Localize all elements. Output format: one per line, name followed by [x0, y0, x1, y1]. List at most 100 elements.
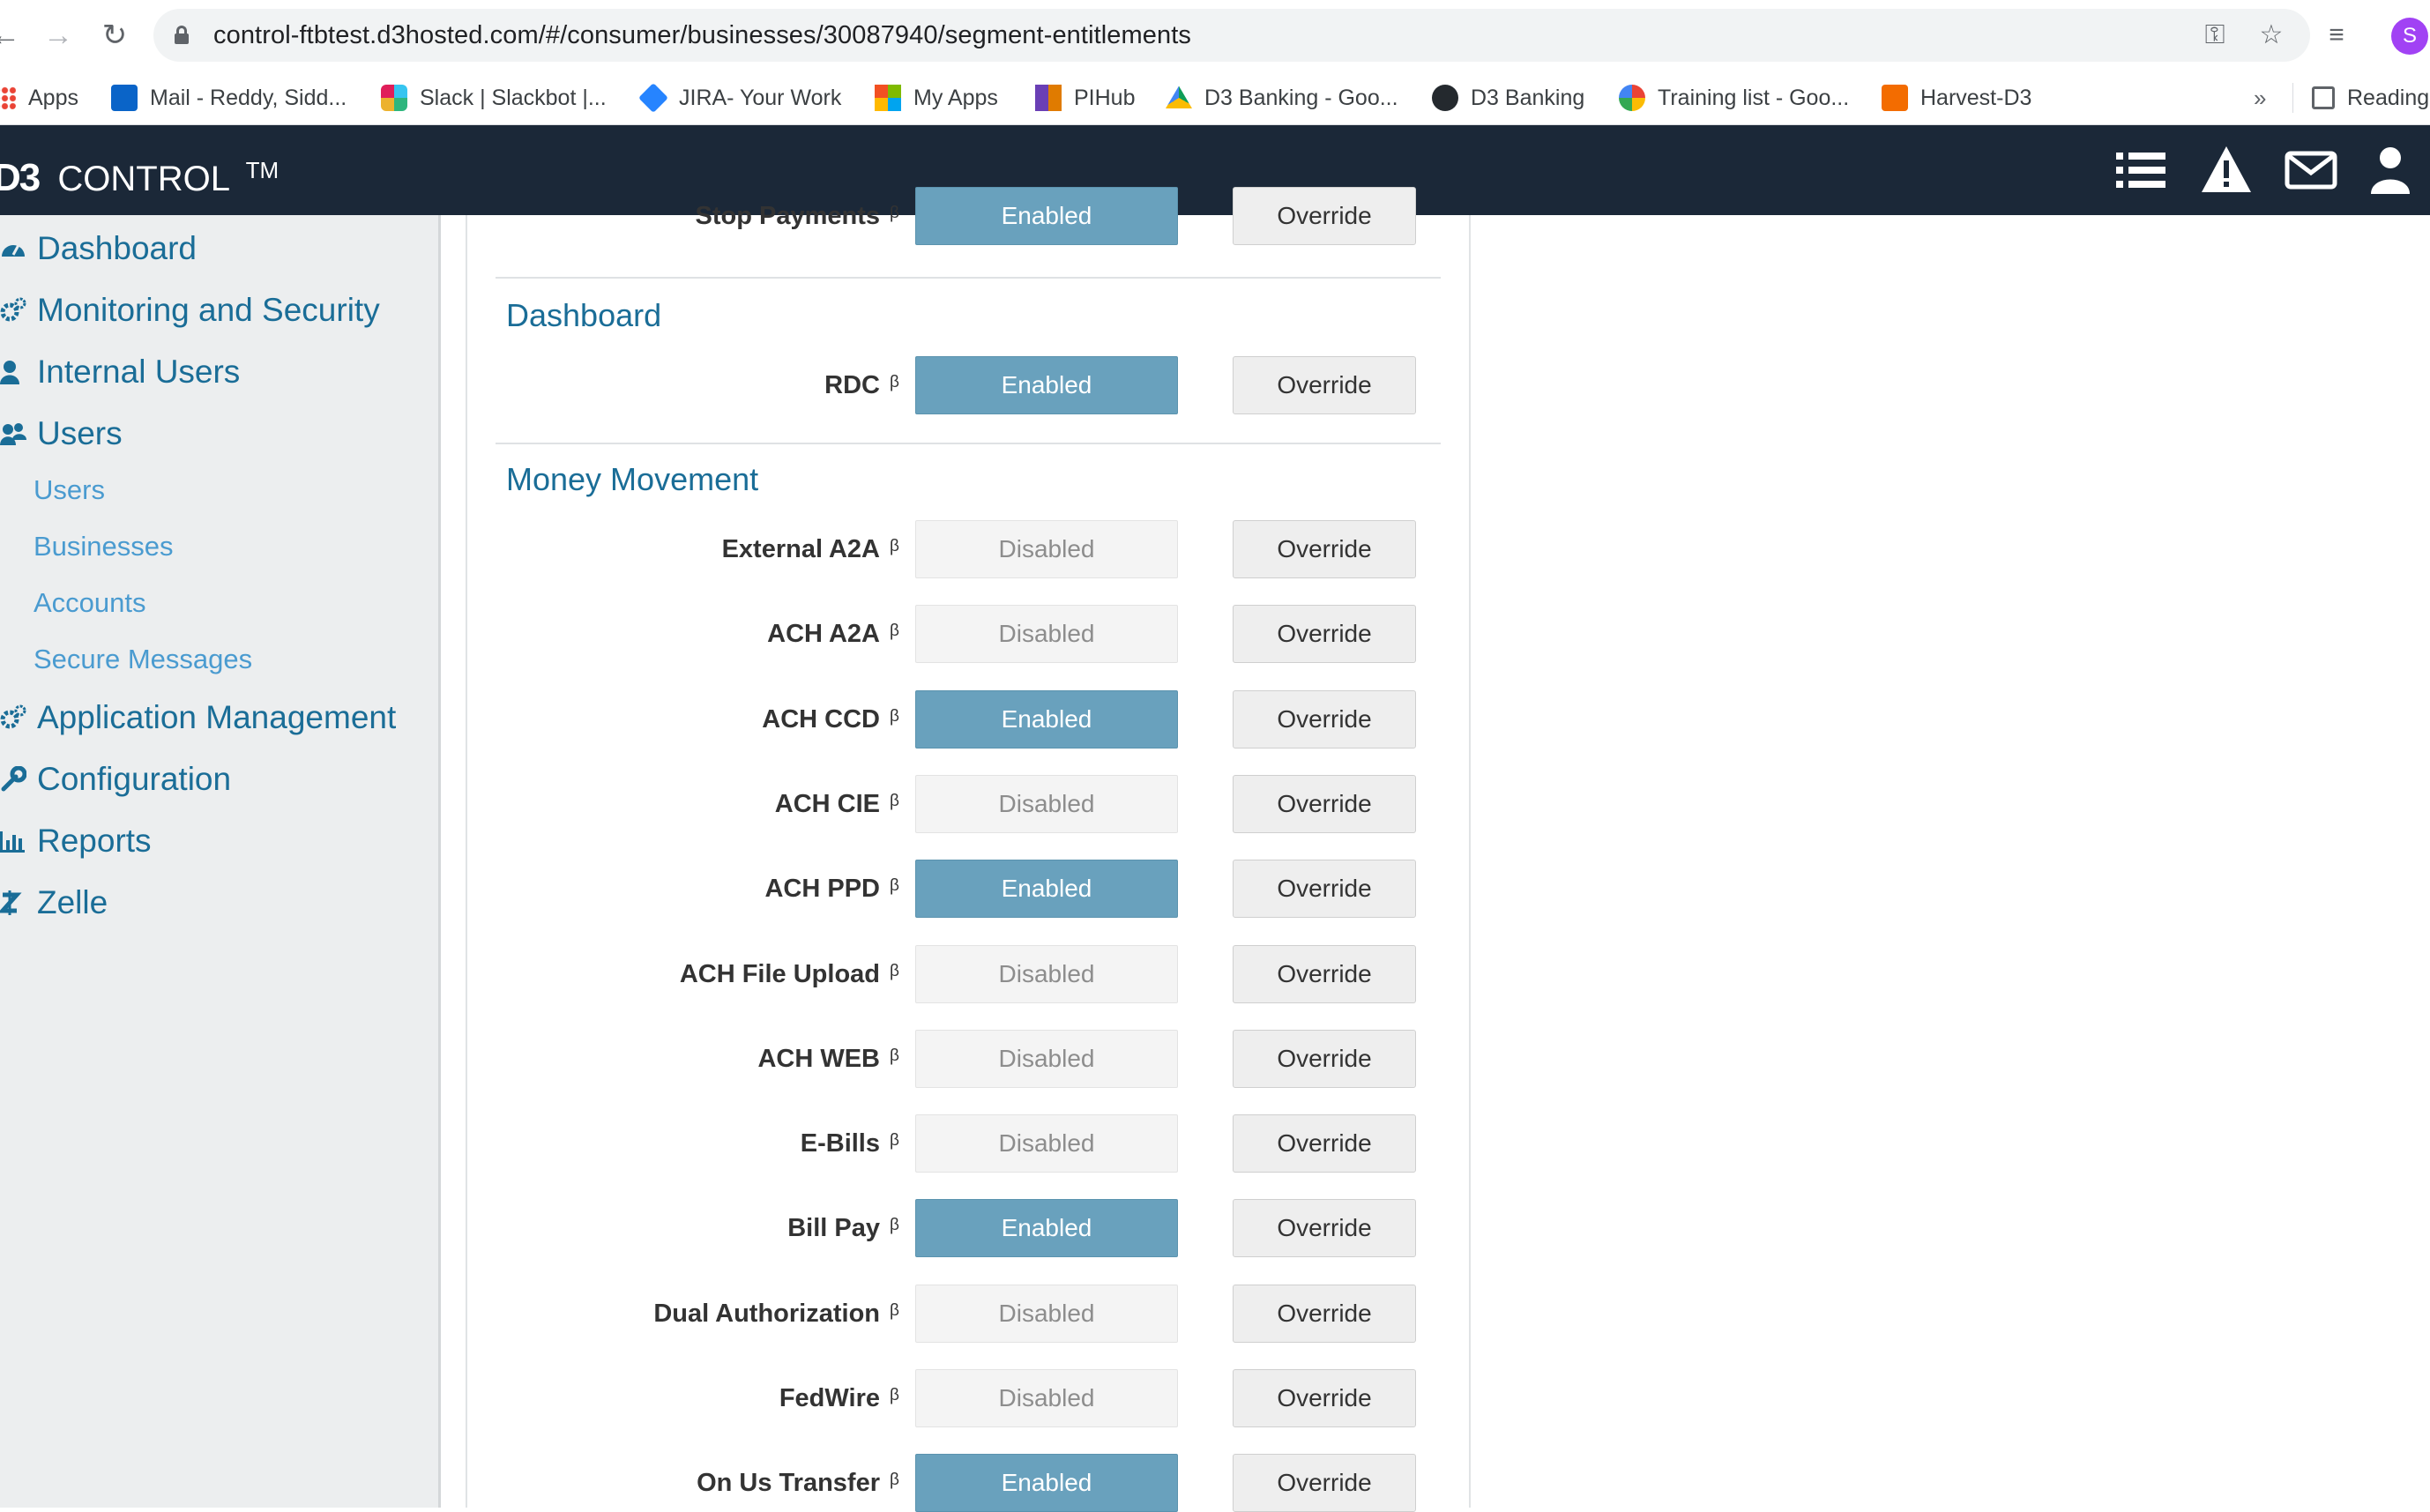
entitlement-row: ACH PPD ᵝ Enabled Override	[467, 860, 1472, 918]
override-button[interactable]: Override	[1233, 605, 1416, 663]
sidebar-subitem-users[interactable]: Users	[34, 469, 105, 511]
entitlement-state-button[interactable]: Disabled	[915, 1114, 1178, 1173]
mail-icon[interactable]	[2284, 143, 2338, 197]
list-icon[interactable]	[2114, 143, 2169, 197]
forward-arrow-icon[interactable]: →	[37, 14, 79, 56]
override-button[interactable]: Override	[1233, 775, 1416, 833]
sidebar-subitem-secure-messages[interactable]: Secure Messages	[34, 638, 252, 681]
entitlement-row: On Us Transfer ᵝ Enabled Override	[467, 1454, 1472, 1512]
app-logo[interactable]: D3 CONTROL TM	[0, 143, 279, 199]
override-button[interactable]: Override	[1233, 187, 1416, 245]
entitlement-state-button[interactable]: Disabled	[915, 775, 1178, 833]
bookmarks-overflow-button[interactable]: »	[2254, 71, 2266, 125]
bookmark-harvest[interactable]: Harvest-D3	[1882, 71, 2031, 125]
user-profile-icon[interactable]	[2363, 143, 2418, 197]
branch-icon: ᵝ	[890, 535, 899, 562]
override-button[interactable]: Override	[1233, 945, 1416, 1003]
entitlement-row-rdc: RDC ᵝ Enabled Override	[467, 356, 1472, 414]
entitlement-state-button[interactable]: Enabled	[915, 1199, 1178, 1257]
media-queue-icon[interactable]: ≡	[2317, 16, 2356, 55]
entitlement-state-button[interactable]: Enabled	[915, 690, 1178, 749]
bookmark-my-apps[interactable]: My Apps	[875, 71, 998, 125]
bookmark-apps[interactable]: Apps	[0, 71, 78, 125]
branch-icon: ᵝ	[890, 1300, 899, 1327]
entitlement-label: Dual Authorization	[653, 1300, 880, 1328]
bookmark-slack[interactable]: Slack | Slackbot |...	[381, 71, 607, 125]
sidebar-subitem-accounts[interactable]: Accounts	[34, 582, 146, 624]
wrench-icon	[1, 766, 26, 792]
entitlement-state-button[interactable]: Disabled	[915, 1030, 1178, 1088]
sidebar-item-application-management[interactable]: Application Management	[0, 693, 396, 742]
override-button[interactable]: Override	[1233, 1030, 1416, 1088]
sidebar-item-internal-users[interactable]: Internal Users	[0, 347, 240, 397]
entitlement-row: E-Bills ᵝ Disabled Override	[467, 1114, 1472, 1173]
entitlement-label: FedWire	[779, 1384, 880, 1412]
entitlement-row: ACH CIE ᵝ Disabled Override	[467, 775, 1472, 833]
bookmark-training-list[interactable]: Training list - Goo...	[1619, 71, 1849, 125]
cogs-icon	[0, 297, 26, 322]
entitlement-state-button[interactable]: Disabled	[915, 1369, 1178, 1427]
bookmarks-divider	[2292, 83, 2293, 113]
entitlement-state-button[interactable]: Disabled	[915, 945, 1178, 1003]
bookmark-d3-drive[interactable]: D3 Banking - Goo...	[1166, 71, 1398, 125]
lock-icon	[175, 26, 189, 44]
entitlement-state-button[interactable]: Disabled	[915, 1285, 1178, 1343]
bookmark-jira[interactable]: JIRA- Your Work	[638, 71, 841, 125]
bookmark-mail[interactable]: Mail - Reddy, Sidd...	[111, 71, 347, 125]
branch-icon: ᵝ	[890, 705, 899, 733]
override-button[interactable]: Override	[1233, 1199, 1416, 1257]
sidebar-item-users[interactable]: Users	[0, 409, 123, 458]
branch-icon: ᵝ	[890, 1469, 899, 1496]
url-text[interactable]: control-ftbtest.d3hosted.com/#/consumer/…	[213, 9, 1191, 62]
profile-avatar[interactable]: S	[2391, 18, 2428, 55]
bookmark-d3-banking[interactable]: D3 Banking	[1432, 71, 1584, 125]
key-icon[interactable]: ⚿	[2197, 18, 2232, 53]
cogs-icon	[0, 704, 26, 729]
override-button[interactable]: Override	[1233, 356, 1416, 414]
override-button[interactable]: Override	[1233, 1285, 1416, 1343]
entitlement-state-button[interactable]: Enabled	[915, 187, 1178, 245]
branch-icon: ᵝ	[890, 1214, 899, 1241]
entitlement-label: External A2A	[721, 535, 880, 563]
bookmark-pihub[interactable]: PIHub	[1035, 71, 1135, 125]
back-arrow-icon[interactable]: ←	[0, 14, 26, 56]
entitlement-state-button[interactable]: Disabled	[915, 605, 1178, 663]
entitlement-row: Bill Pay ᵝ Enabled Override	[467, 1199, 1472, 1257]
star-icon[interactable]: ☆	[2254, 18, 2289, 53]
override-button[interactable]: Override	[1233, 690, 1416, 749]
sidebar: Dashboard Monitoring and Security Intern…	[0, 215, 441, 1508]
override-button[interactable]: Override	[1233, 1369, 1416, 1427]
entitlement-state-button[interactable]: Disabled	[915, 520, 1178, 578]
entitlement-label: ACH CIE	[774, 790, 880, 818]
override-button[interactable]: Override	[1233, 860, 1416, 918]
reload-icon[interactable]: ↻	[93, 14, 136, 56]
override-button[interactable]: Override	[1233, 1454, 1416, 1512]
sidebar-item-reports[interactable]: Reports	[0, 816, 152, 866]
address-bar[interactable]: control-ftbtest.d3hosted.com/#/consumer/…	[153, 9, 2310, 62]
entitlement-label: ACH WEB	[757, 1045, 880, 1073]
zelle-icon	[0, 890, 22, 915]
microsoft-icon	[875, 85, 901, 111]
branch-icon: ᵝ	[890, 1384, 899, 1411]
sidebar-item-dashboard[interactable]: Dashboard	[0, 224, 197, 273]
entitlement-state-button[interactable]: Enabled	[915, 860, 1178, 918]
sidebar-item-configuration[interactable]: Configuration	[0, 755, 231, 804]
entitlement-label: ACH CCD	[762, 705, 880, 734]
sidebar-item-zelle[interactable]: Zelle	[0, 878, 108, 927]
entitlement-state-button[interactable]: Enabled	[915, 1454, 1178, 1512]
section-title-money-movement: Money Movement	[506, 461, 759, 497]
entitlement-row: FedWire ᵝ Disabled Override	[467, 1369, 1472, 1427]
main-content: Stop Payments ᵝ Enabled Override Dashboa…	[441, 187, 2430, 1512]
override-button[interactable]: Override	[1233, 1114, 1416, 1173]
entitlement-row: ACH A2A ᵝ Disabled Override	[467, 605, 1472, 663]
reading-list-icon	[2312, 86, 2335, 109]
sidebar-subitem-businesses[interactable]: Businesses	[34, 525, 174, 568]
user-icon	[0, 361, 19, 384]
entitlements-panel: Stop Payments ᵝ Enabled Override Dashboa…	[466, 187, 1472, 1512]
warning-icon[interactable]	[2199, 143, 2254, 197]
reading-list-button[interactable]: Reading	[2312, 71, 2429, 125]
override-button[interactable]: Override	[1233, 520, 1416, 578]
entitlement-state-button[interactable]: Enabled	[915, 356, 1178, 414]
branch-icon: ᵝ	[890, 202, 899, 229]
sidebar-item-monitoring[interactable]: Monitoring and Security	[0, 286, 380, 335]
